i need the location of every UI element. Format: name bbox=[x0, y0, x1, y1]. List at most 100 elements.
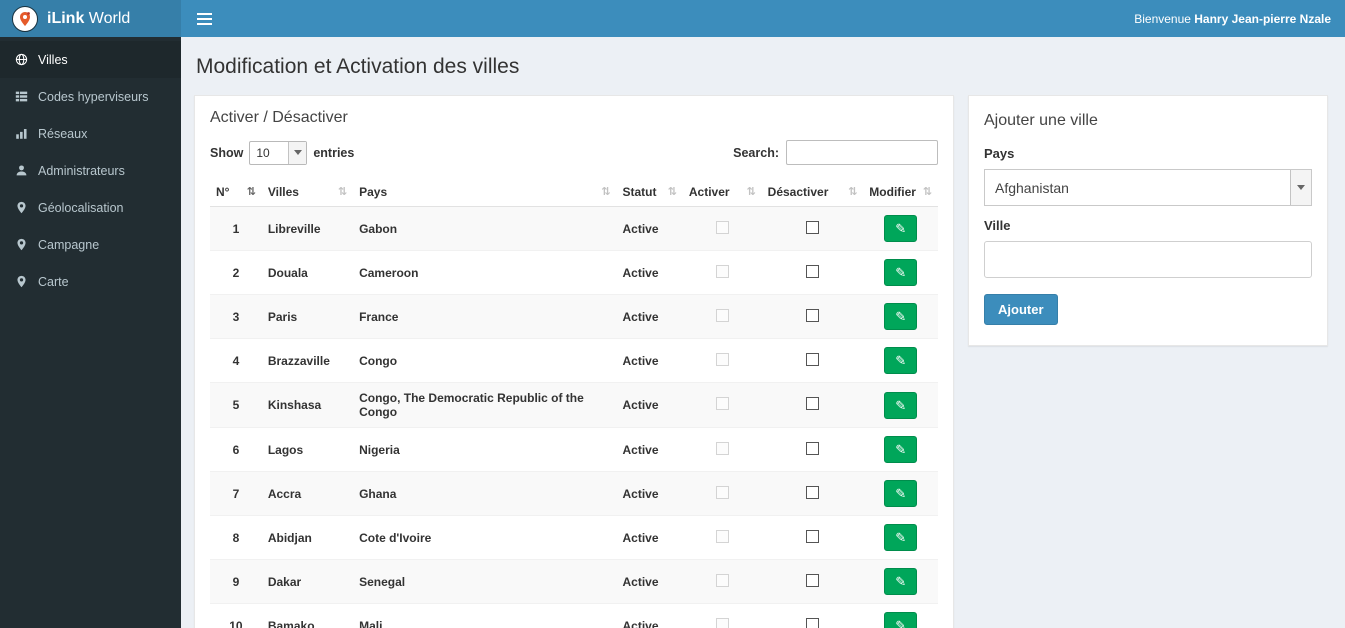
modifier-button[interactable]: ✎ bbox=[884, 347, 918, 374]
sidebar-item-label: Réseaux bbox=[38, 126, 88, 141]
cell-ville: Libreville bbox=[267, 221, 321, 236]
table-row: 1 Libreville Gabon Active ✎ bbox=[210, 206, 938, 251]
pays-select[interactable]: Afghanistan bbox=[984, 169, 1312, 206]
row-number: 9 bbox=[232, 574, 240, 589]
app-brand[interactable]: iLink World bbox=[0, 0, 181, 37]
desactiver-checkbox[interactable] bbox=[805, 573, 819, 587]
cell-pays: Mali bbox=[359, 618, 383, 628]
modifier-button[interactable]: ✎ bbox=[884, 612, 918, 628]
modifier-button[interactable]: ✎ bbox=[884, 480, 918, 507]
edit-icon: ✎ bbox=[895, 309, 907, 324]
column-header-villes[interactable]: Villes ⇅ bbox=[261, 178, 354, 207]
edit-icon: ✎ bbox=[895, 221, 907, 236]
page-title: Modification et Activation des villes bbox=[196, 55, 520, 78]
desactiver-checkbox[interactable] bbox=[805, 264, 819, 278]
modifier-button[interactable]: ✎ bbox=[884, 524, 918, 551]
page-length-select[interactable]: 10 bbox=[249, 140, 308, 165]
table-row: 5 Kinshasa Congo, The Democratic Republi… bbox=[210, 382, 938, 428]
cell-pays: Senegal bbox=[359, 574, 406, 589]
row-number: 4 bbox=[232, 353, 240, 368]
row-number: 2 bbox=[232, 265, 240, 280]
row-number: 8 bbox=[232, 530, 240, 545]
table-row: 9 Dakar Senegal Active ✎ bbox=[210, 559, 938, 604]
row-number: 6 bbox=[232, 442, 240, 457]
hamburger-icon bbox=[196, 12, 212, 15]
column-header-numero[interactable]: N° ⇅ bbox=[210, 178, 262, 207]
cell-pays: Cameroon bbox=[359, 265, 419, 280]
cell-pays: Nigeria bbox=[359, 442, 400, 457]
column-header-activer[interactable]: Activer ⇅ bbox=[682, 178, 762, 207]
search-input[interactable] bbox=[786, 140, 938, 165]
edit-icon: ✎ bbox=[895, 530, 907, 545]
column-header-desactiver[interactable]: Désactiver ⇅ bbox=[761, 178, 864, 207]
cell-pays: Gabon bbox=[359, 221, 398, 236]
desactiver-checkbox[interactable] bbox=[805, 352, 819, 366]
edit-icon: ✎ bbox=[895, 486, 907, 501]
pays-label: Pays bbox=[984, 146, 1015, 161]
table-row: 8 Abidjan Cote d'Ivoire Active ✎ bbox=[210, 515, 938, 560]
column-header-modifier[interactable]: Modifier ⇅ bbox=[863, 178, 938, 207]
edit-icon: ✎ bbox=[895, 618, 907, 628]
desactiver-checkbox[interactable] bbox=[805, 397, 819, 410]
row-number: 5 bbox=[232, 398, 240, 412]
cell-pays: Congo bbox=[359, 353, 398, 368]
cell-statut: Active bbox=[622, 530, 659, 545]
cell-ville: Lagos bbox=[267, 442, 304, 457]
modifier-button[interactable]: ✎ bbox=[884, 215, 918, 242]
column-header-statut[interactable]: Statut ⇅ bbox=[616, 178, 683, 207]
activer-checkbox bbox=[715, 220, 729, 234]
modifier-button[interactable]: ✎ bbox=[884, 568, 918, 595]
sidebar-item-villes[interactable]: Villes bbox=[0, 41, 181, 78]
sidebar-item-reseaux[interactable]: Réseaux bbox=[0, 115, 181, 152]
cell-pays: France bbox=[359, 309, 399, 324]
brand-text: iLink World bbox=[47, 9, 131, 27]
sidebar-item-label: Géolocalisation bbox=[38, 200, 124, 215]
main-content: Modification et Activation des villes Ac… bbox=[181, 37, 1345, 628]
sidebar: Villes Codes hyperviseurs Réseaux Admini… bbox=[0, 37, 181, 628]
table-row: 10 Bamako Mali Active ✎ bbox=[210, 603, 938, 628]
table-row: 6 Lagos Nigeria Active ✎ bbox=[210, 427, 938, 472]
modifier-button[interactable]: ✎ bbox=[884, 259, 918, 286]
villes-table-panel: Activer / Désactiver Show 10 entries Sea… bbox=[194, 95, 954, 628]
add-panel-title: Ajouter une ville bbox=[984, 112, 1098, 129]
desactiver-checkbox[interactable] bbox=[805, 617, 819, 628]
desactiver-checkbox[interactable] bbox=[805, 441, 819, 455]
sort-icon: ⇅ bbox=[746, 186, 756, 198]
sidebar-toggle-button[interactable] bbox=[181, 0, 227, 37]
sort-icon: ⇅ bbox=[922, 186, 932, 198]
row-number: 1 bbox=[232, 221, 240, 236]
desactiver-checkbox[interactable] bbox=[805, 220, 819, 234]
sort-icon: ⇅ bbox=[848, 186, 858, 198]
modifier-button[interactable]: ✎ bbox=[884, 303, 918, 330]
column-header-pays[interactable]: Pays ⇅ bbox=[353, 178, 617, 207]
ville-input[interactable] bbox=[984, 241, 1312, 278]
page-length-control: Show 10 entries bbox=[210, 140, 354, 165]
ville-label: Ville bbox=[984, 218, 1011, 233]
cell-statut: Active bbox=[622, 221, 659, 236]
sidebar-item-administrateurs[interactable]: Administrateurs bbox=[0, 152, 181, 189]
cell-statut: Active bbox=[622, 353, 659, 368]
desactiver-checkbox[interactable] bbox=[805, 308, 819, 322]
sidebar-item-label: Administrateurs bbox=[38, 163, 125, 178]
modifier-button[interactable]: ✎ bbox=[884, 436, 918, 463]
sidebar-item-carte[interactable]: Carte bbox=[0, 263, 181, 300]
ajouter-button[interactable]: Ajouter bbox=[984, 294, 1058, 325]
cell-pays: Cote d'Ivoire bbox=[359, 530, 432, 545]
globe-icon bbox=[14, 52, 29, 67]
app-logo-icon bbox=[12, 5, 38, 32]
cell-statut: Active bbox=[622, 398, 659, 412]
edit-icon: ✎ bbox=[895, 353, 907, 368]
sidebar-item-geolocalisation[interactable]: Géolocalisation bbox=[0, 189, 181, 226]
activer-checkbox bbox=[715, 441, 729, 455]
sort-icon: ⇅ bbox=[601, 186, 611, 198]
sort-icon: ⇅ bbox=[667, 186, 677, 198]
desactiver-checkbox[interactable] bbox=[805, 529, 819, 543]
sidebar-item-label: Campagne bbox=[38, 237, 100, 252]
sidebar-item-label: Codes hyperviseurs bbox=[38, 89, 149, 104]
desactiver-checkbox[interactable] bbox=[805, 485, 819, 499]
sidebar-item-codes-hyperviseurs[interactable]: Codes hyperviseurs bbox=[0, 78, 181, 115]
sidebar-item-campagne[interactable]: Campagne bbox=[0, 226, 181, 263]
modifier-button[interactable]: ✎ bbox=[884, 391, 918, 419]
cell-statut: Active bbox=[622, 265, 659, 280]
activer-checkbox bbox=[715, 617, 729, 628]
